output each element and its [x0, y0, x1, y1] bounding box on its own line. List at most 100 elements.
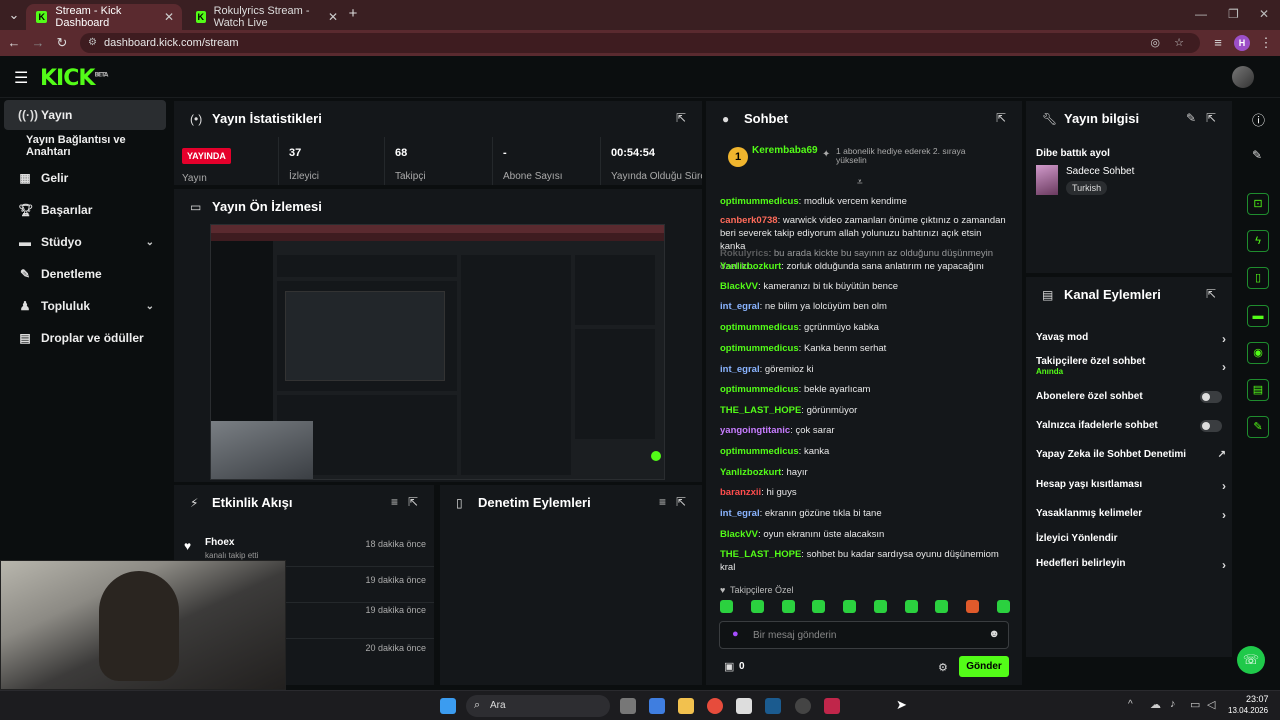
task-view-icon[interactable] — [620, 698, 636, 714]
rail-broadcast-icon[interactable]: ◉ — [1247, 342, 1269, 364]
emote-only-row[interactable]: Yalnızca ifadelerle sohbet — [1036, 420, 1226, 432]
close-tab-icon[interactable]: ✕ — [328, 10, 338, 24]
playlist-icon[interactable]: ≡ — [1210, 35, 1226, 51]
back-icon[interactable]: ← — [6, 35, 22, 51]
chat-username[interactable]: int_egral — [720, 364, 760, 375]
sidebar-item-drops[interactable]: ▤ Droplar ve ödüller — [4, 323, 166, 353]
popout-icon[interactable]: ⇱ — [676, 495, 686, 509]
chat-username[interactable]: optimummedicus — [720, 322, 799, 333]
chat-username[interactable]: THE_LAST_HOPE — [720, 549, 801, 560]
sidebar-item-studio[interactable]: ▬ Stüdyo ⌄ — [4, 227, 166, 257]
edit-pencil-icon[interactable]: ✎ — [1252, 148, 1262, 162]
new-tab-icon[interactable]: + — [345, 6, 361, 22]
chat-username[interactable]: Yanlizbozkurt — [720, 467, 781, 478]
chat-username[interactable]: optimummedicus — [720, 446, 799, 457]
volume-icon[interactable]: ◁ — [1207, 698, 1215, 711]
bookmark-star-icon[interactable]: ☆ — [1174, 33, 1184, 53]
tab-watch-live[interactable]: K Rokulyrics Stream - Watch Live ✕ — [186, 4, 346, 30]
rail-lightning-icon[interactable]: ϟ — [1247, 230, 1269, 252]
slow-mode-row[interactable]: Yavaş mod › — [1036, 332, 1226, 346]
eye-off-icon[interactable]: ◎ — [1150, 33, 1160, 53]
network-icon[interactable]: ▭ — [1190, 698, 1200, 711]
banned-words-row[interactable]: Yasaklanmış kelimeler › — [1036, 508, 1226, 522]
popout-icon[interactable]: ⇱ — [408, 495, 418, 509]
profile-avatar[interactable]: H — [1234, 35, 1250, 51]
goals-row[interactable]: Hedefleri belirleyin › — [1036, 558, 1226, 572]
steam-icon[interactable] — [765, 698, 781, 714]
follower-only-row[interactable]: Takipçilere özel sohbet Anında › — [1036, 356, 1226, 376]
emote-icon[interactable] — [935, 600, 949, 613]
emote-icon[interactable] — [720, 600, 733, 613]
filter-icon[interactable]: ≡ — [659, 495, 666, 509]
chat-username[interactable]: canberk0738 — [720, 215, 778, 226]
emote-icon[interactable] — [996, 600, 1010, 613]
close-tab-icon[interactable]: ✕ — [164, 10, 174, 24]
close-window-icon[interactable]: ✕ — [1259, 7, 1269, 21]
emote-icon[interactable] — [812, 600, 826, 613]
sidebar-item-community[interactable]: ♟ Topluluk ⌄ — [4, 291, 166, 321]
chat-username[interactable]: optimummedicus — [720, 343, 799, 354]
microphone-icon[interactable]: ♪ — [1170, 698, 1176, 710]
site-info-icon[interactable]: ⚙ — [88, 33, 97, 53]
info-icon[interactable]: ⓘ — [1252, 110, 1265, 129]
rail-wrench-icon[interactable]: ✎ — [1247, 416, 1269, 438]
sidebar-item-moderation[interactable]: ✎ Denetleme — [4, 259, 166, 289]
emoji-icon[interactable]: ☻ — [988, 628, 1000, 640]
app-icon[interactable] — [824, 698, 840, 714]
windows-start-icon[interactable] — [440, 698, 456, 714]
rail-document-icon[interactable]: ▯ — [1247, 267, 1269, 289]
emote-icon[interactable] — [904, 600, 918, 613]
sidebar-item-stream-key[interactable]: Yayın Bağlantısı ve Anahtarı — [4, 131, 166, 161]
url-field[interactable]: ⚙ dashboard.kick.com/stream ◎ ☆ — [80, 33, 1200, 53]
rail-capture-icon[interactable]: ⊡ — [1247, 193, 1269, 215]
user-avatar[interactable] — [1232, 66, 1254, 88]
emote-icon[interactable] — [966, 600, 980, 613]
popout-icon[interactable]: ⇱ — [1206, 111, 1216, 125]
chat-username[interactable]: yangoingtitanic — [720, 425, 790, 436]
chat-username[interactable]: int_egral — [720, 508, 760, 519]
emote-icon[interactable] — [750, 600, 764, 613]
taskbar-search[interactable]: ⌕ Ara — [466, 695, 610, 717]
chat-username[interactable]: BlackVV — [720, 529, 758, 540]
tab-list-icon[interactable]: ⌄ — [6, 7, 22, 23]
pinned-user[interactable]: Kerembaba69 — [752, 145, 818, 156]
chat-username[interactable]: Rokulyrics — [720, 248, 769, 259]
onedrive-icon[interactable]: ☁ — [1150, 698, 1161, 711]
chat-username[interactable]: baranzxii — [720, 487, 761, 498]
chat-settings-icon[interactable]: ⚙ — [938, 661, 948, 674]
emote-icon[interactable] — [781, 600, 795, 613]
chat-username[interactable]: BlackVV — [720, 281, 758, 292]
sidebar-item-achievements[interactable]: 🏆︎ Başarılar — [4, 195, 166, 225]
send-button[interactable]: Gönder — [959, 656, 1009, 677]
chat-username[interactable]: optimummedicus — [720, 384, 799, 395]
account-age-row[interactable]: Hesap yaşı kısıtlaması › — [1036, 479, 1226, 493]
popout-icon[interactable]: ⇱ — [1206, 287, 1216, 301]
tray-chevron-icon[interactable]: ^ — [1128, 699, 1133, 710]
popout-icon[interactable]: ⇱ — [996, 111, 1006, 125]
store-icon[interactable] — [736, 698, 752, 714]
chat-username[interactable]: THE_LAST_HOPE — [720, 405, 801, 416]
chat-username[interactable]: int_egral — [720, 301, 760, 312]
popout-icon[interactable]: ⇱ — [676, 111, 686, 125]
rail-chat-icon[interactable]: ▬ — [1247, 305, 1269, 327]
chat-username[interactable]: optimummedicus — [720, 196, 799, 207]
edit-pencil-icon[interactable]: ✎ — [1186, 111, 1196, 125]
subscriber-only-toggle[interactable] — [1200, 391, 1222, 403]
chat-username[interactable]: Yanlizbozkurt — [720, 261, 781, 272]
copilot-icon[interactable] — [649, 698, 665, 714]
sidebar-item-stream[interactable]: ((·)) Yayın — [4, 100, 166, 130]
file-explorer-icon[interactable] — [678, 698, 694, 714]
stream-preview-video[interactable] — [210, 224, 665, 480]
sidebar-item-revenue[interactable]: ▦ Gelir — [4, 163, 166, 193]
hamburger-menu-icon[interactable]: ☰ — [14, 68, 28, 88]
points-icon[interactable]: ▣ — [724, 660, 734, 673]
forward-icon[interactable]: → — [30, 35, 46, 51]
ai-moderation-row[interactable]: Yapay Zeka ile Sohbet Denetimi ↗ — [1036, 449, 1226, 460]
subscriber-only-row[interactable]: Abonelere özel sohbet — [1036, 391, 1226, 403]
raid-row[interactable]: İzleyici Yönlendir — [1036, 533, 1226, 544]
emote-icon[interactable] — [843, 600, 857, 613]
obs-icon[interactable] — [795, 698, 811, 714]
reload-icon[interactable]: ↻ — [54, 35, 70, 51]
browser-menu-icon[interactable]: ⋮ — [1258, 35, 1274, 51]
kick-logo[interactable]: KICKBETA — [40, 66, 108, 91]
